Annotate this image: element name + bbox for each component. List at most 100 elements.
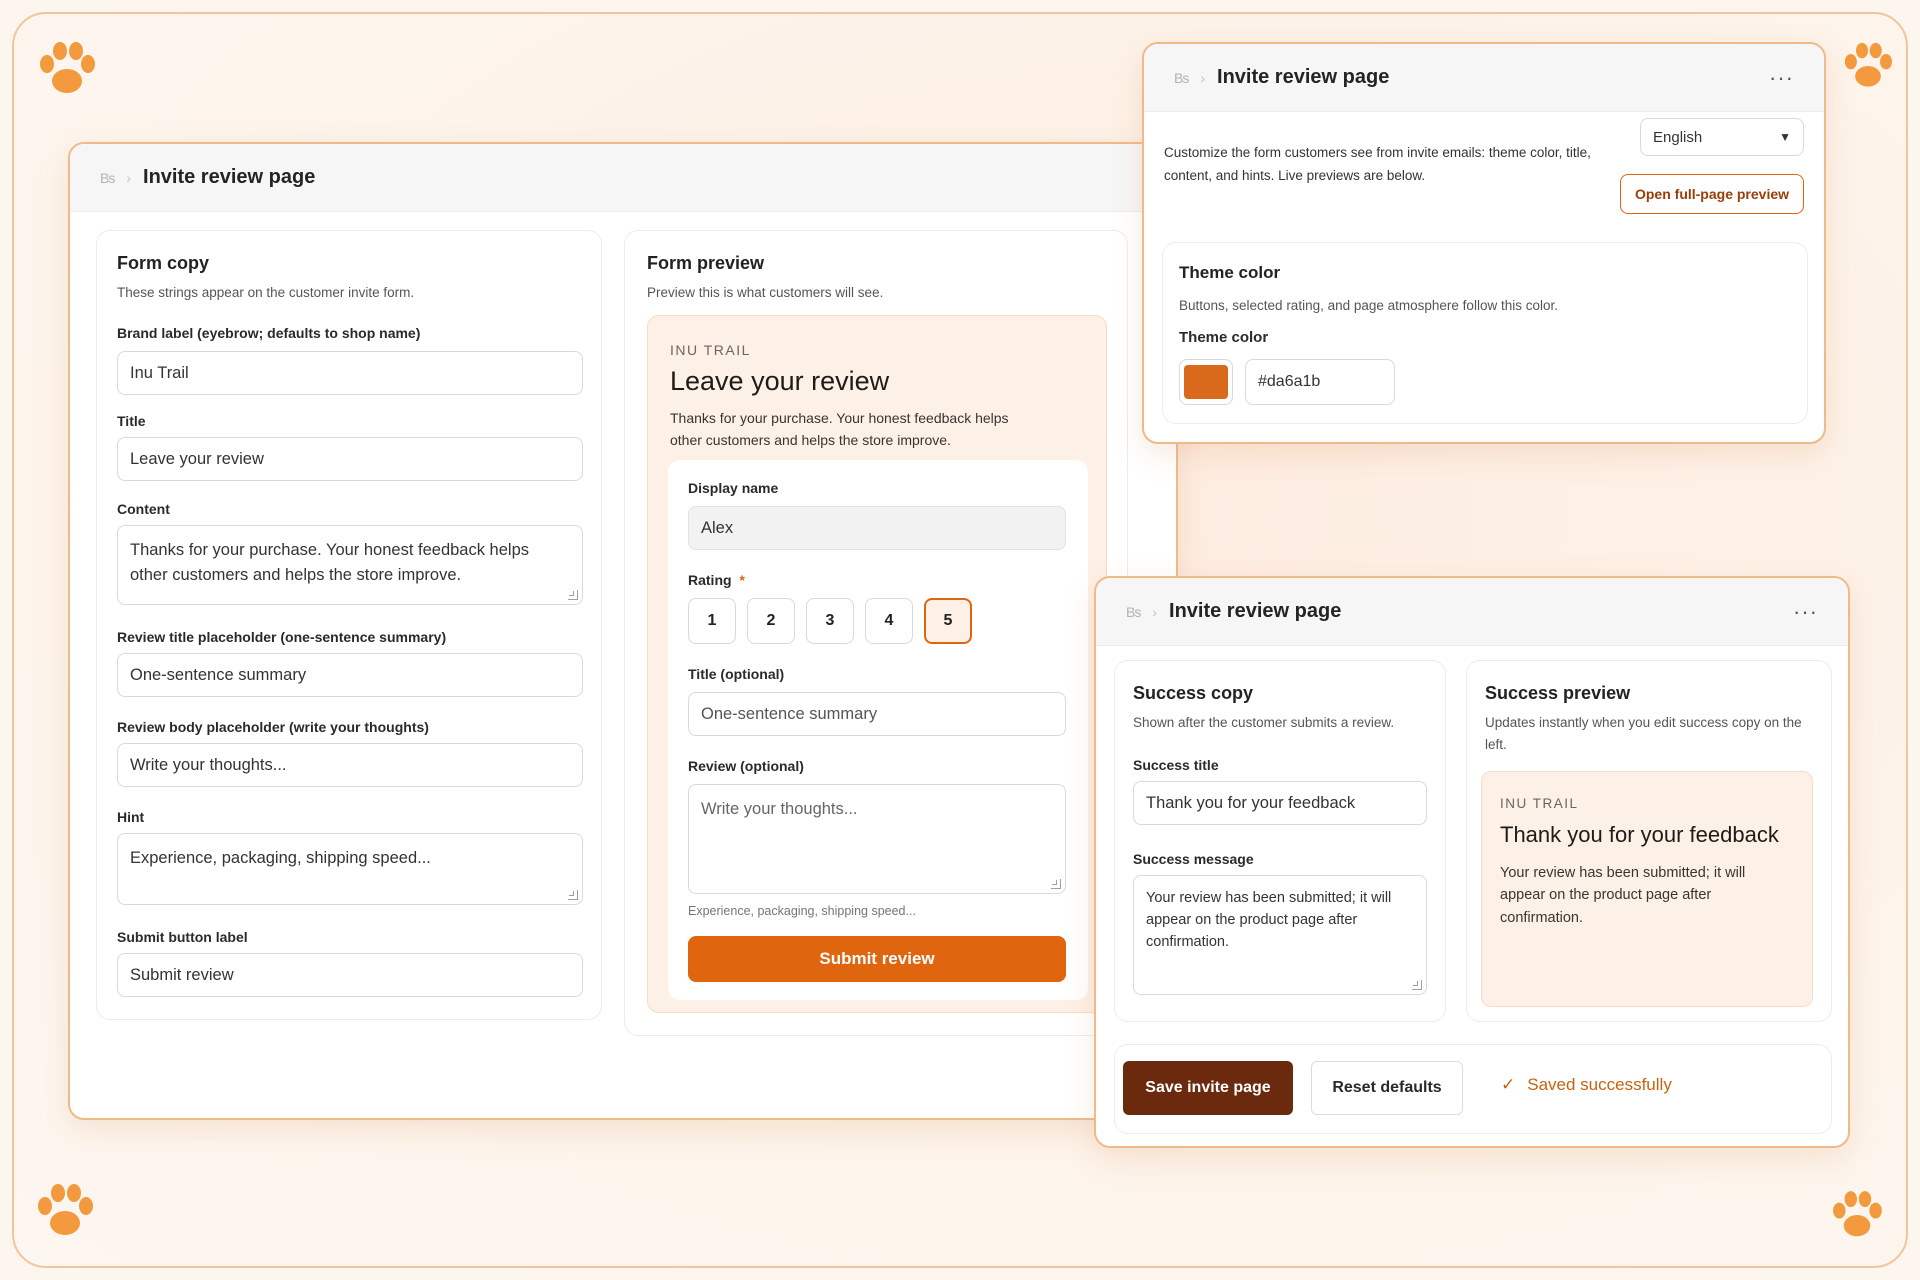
brand-icon[interactable]: Bs	[1126, 604, 1141, 620]
open-full-page-preview-button[interactable]: Open full-page preview	[1620, 174, 1804, 214]
resize-handle-icon[interactable]	[568, 590, 578, 600]
preview-eyebrow: INU TRAIL	[670, 342, 751, 358]
chevron-down-icon: ▼	[1779, 130, 1791, 144]
rating-value: 3	[825, 612, 835, 629]
form-copy-card: Form copy These strings appear on the cu…	[96, 230, 602, 1020]
theme-description: Customize the form customers see from in…	[1164, 145, 1591, 183]
success-copy-card: Success copy Shown after the customer su…	[1114, 660, 1446, 1022]
brand-icon[interactable]: Bs	[100, 170, 115, 186]
submit-review-button[interactable]: Submit review	[688, 936, 1066, 982]
card-title: Success preview	[1485, 683, 1631, 703]
review-body-textarea[interactable]: Write your thoughts...	[688, 784, 1066, 894]
paw-icon	[32, 34, 102, 104]
main-window: Bs › Invite review page Form copy These …	[68, 142, 1178, 1120]
resize-handle-icon[interactable]	[568, 890, 578, 900]
submit-button-label-input[interactable]: Submit review	[117, 953, 583, 997]
resize-handle-icon[interactable]	[1051, 879, 1061, 889]
color-swatch-button[interactable]	[1179, 359, 1233, 405]
review-body-placeholder-input[interactable]: Write your thoughts...	[117, 743, 583, 787]
page-title: Invite review page	[143, 166, 316, 188]
color-swatch	[1184, 365, 1228, 399]
action-bar: Save invite page Reset defaults ✓ Saved …	[1114, 1044, 1832, 1134]
theme-color-label: Theme color	[1179, 329, 1269, 346]
page-title: Invite review page	[1217, 66, 1390, 88]
title-optional-label: Title (optional)	[688, 666, 785, 682]
rating-value: 5	[943, 612, 953, 629]
card-subtitle: Preview this is what customers will see.	[647, 285, 884, 300]
content-textarea[interactable]: Thanks for your purchase. Your honest fe…	[117, 525, 583, 605]
open-preview-label: Open full-page preview	[1634, 186, 1790, 202]
review-optional-label: Review (optional)	[688, 758, 804, 774]
success-title-value: Thank you for your feedback	[1146, 793, 1356, 812]
brand-input[interactable]: Inu Trail	[117, 351, 583, 395]
saved-status-text: Saved successfully	[1527, 1075, 1672, 1094]
hex-color-value: #da6a1b	[1258, 373, 1321, 390]
more-options-icon[interactable]: ···	[1793, 599, 1818, 625]
theme-color-card: Theme color Buttons, selected rating, an…	[1162, 242, 1808, 424]
preview-form: Display name Alex Rating * 1 2 3 4 5 Tit…	[668, 460, 1088, 1000]
chevron-right-icon: ›	[1200, 69, 1206, 86]
card-title: Success copy	[1133, 683, 1254, 703]
rating-button-5[interactable]: 5	[924, 598, 972, 644]
rating-button-1[interactable]: 1	[688, 598, 736, 644]
save-invite-page-button[interactable]: Save invite page	[1123, 1061, 1293, 1115]
chevron-right-icon: ›	[126, 169, 132, 186]
chevron-right-icon: ›	[1152, 603, 1158, 620]
page-title: Invite review page	[1169, 600, 1342, 622]
rating-value: 4	[884, 612, 894, 629]
card-title: Form copy	[117, 253, 210, 273]
preview-body: Your review has been submitted; it will …	[1500, 865, 1746, 926]
display-name-label: Display name	[688, 480, 779, 496]
hex-color-input[interactable]: #da6a1b	[1245, 359, 1395, 405]
review-body-placeholder-value: Write your thoughts...	[130, 755, 287, 774]
card-title: Theme color	[1179, 263, 1281, 282]
window-header: Bs › Invite review page ···	[1096, 578, 1848, 646]
card-subtitle: Updates instantly when you edit success …	[1485, 715, 1802, 752]
brand-label: Brand label (eyebrow; defaults to shop n…	[117, 325, 421, 341]
rating-button-4[interactable]: 4	[865, 598, 913, 644]
hint-textarea[interactable]: Experience, packaging, shipping speed...	[117, 833, 583, 905]
title-input[interactable]: Leave your review	[117, 437, 583, 481]
review-title-placeholder-label: Review title placeholder (one-sentence s…	[117, 629, 447, 645]
title-label: Title	[117, 413, 146, 429]
submit-button-label-value: Submit review	[130, 965, 234, 984]
preview-surface: INU TRAIL Leave your review Thanks for y…	[647, 315, 1107, 1013]
language-select[interactable]: English ▼	[1640, 118, 1804, 156]
preview-eyebrow: INU TRAIL	[1500, 796, 1579, 811]
success-window: Bs › Invite review page ··· Success copy…	[1094, 576, 1850, 1148]
rating-label: Rating *	[688, 572, 745, 588]
success-message-textarea[interactable]: Your review has been submitted; it will …	[1133, 875, 1427, 995]
rating-button-2[interactable]: 2	[747, 598, 795, 644]
rating-button-3[interactable]: 3	[806, 598, 854, 644]
window-header: Bs › Invite review page	[70, 144, 1176, 212]
rating-label-text: Rating	[688, 572, 732, 588]
review-title-placeholder: One-sentence summary	[701, 704, 878, 723]
content-textarea-value: Thanks for your purchase. Your honest fe…	[130, 541, 530, 584]
preview-hint: Experience, packaging, shipping speed...	[688, 904, 916, 918]
card-subtitle: Shown after the customer submits a revie…	[1133, 715, 1395, 730]
preview-heading: Thank you for your feedback	[1500, 822, 1779, 847]
review-title-input[interactable]: One-sentence summary	[688, 692, 1066, 736]
brand-input-value: Inu Trail	[130, 363, 189, 382]
hint-textarea-value: Experience, packaging, shipping speed...	[130, 849, 431, 867]
hint-label: Hint	[117, 809, 145, 825]
reset-defaults-button[interactable]: Reset defaults	[1311, 1061, 1463, 1115]
rating-group: 1 2 3 4 5	[688, 598, 972, 644]
review-title-placeholder-input[interactable]: One-sentence summary	[117, 653, 583, 697]
rating-value: 2	[766, 612, 776, 629]
save-label: Save invite page	[1145, 1079, 1271, 1096]
brand-icon[interactable]: Bs	[1174, 70, 1189, 86]
check-icon: ✓	[1501, 1075, 1516, 1094]
more-options-icon[interactable]: ···	[1769, 65, 1794, 91]
success-preview-surface: INU TRAIL Thank you for your feedback Yo…	[1481, 771, 1813, 1007]
card-title: Form preview	[647, 253, 765, 273]
display-name-value: Alex	[701, 518, 734, 537]
rating-value: 1	[707, 612, 717, 629]
required-mark: *	[739, 572, 745, 588]
card-subtitle: These strings appear on the customer inv…	[117, 285, 415, 300]
success-title-input[interactable]: Thank you for your feedback	[1133, 781, 1427, 825]
display-name-input[interactable]: Alex	[688, 506, 1066, 550]
title-input-value: Leave your review	[130, 449, 264, 468]
paw-icon	[30, 1176, 100, 1246]
resize-handle-icon[interactable]	[1412, 980, 1422, 990]
